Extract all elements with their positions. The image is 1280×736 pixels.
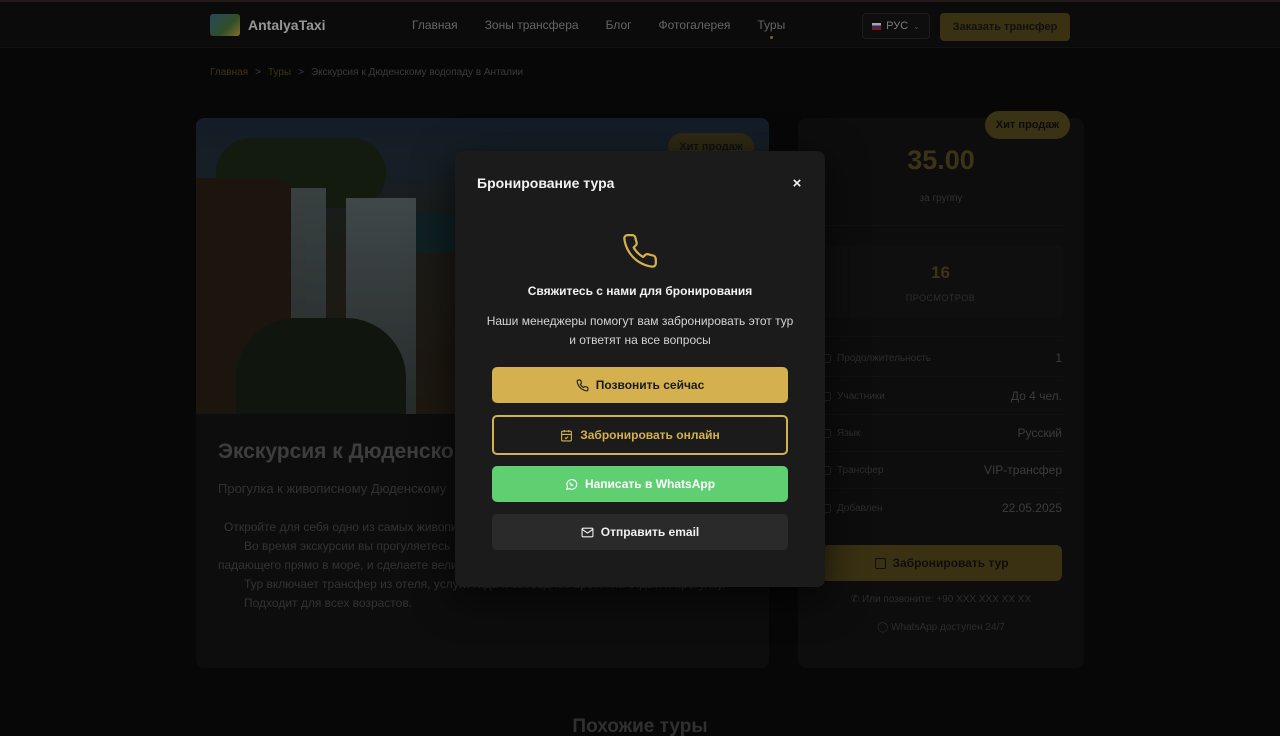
phone-icon — [623, 234, 657, 268]
send-email-button[interactable]: Отправить email — [492, 514, 788, 550]
whatsapp-label: Написать в WhatsApp — [584, 477, 716, 491]
calendar-check-icon — [561, 429, 573, 441]
whatsapp-icon — [565, 478, 578, 490]
send-email-label: Отправить email — [600, 525, 700, 539]
booking-modal: Бронирование тура × Свяжитесь с нами для… — [455, 151, 825, 587]
modal-heading: Свяжитесь с нами для бронирования — [527, 284, 753, 298]
book-online-button[interactable]: Забронировать онлайн — [492, 415, 788, 455]
modal-text: Наши менеджеры помогут вам забронировать… — [486, 314, 794, 347]
book-online-label: Забронировать онлайн — [580, 428, 720, 442]
call-now-button[interactable]: Позвонить сейчас — [492, 367, 788, 403]
whatsapp-button[interactable]: Написать в WhatsApp — [492, 466, 788, 502]
phone-icon — [576, 379, 589, 391]
call-now-label: Позвонить сейчас — [595, 378, 705, 392]
close-icon[interactable]: × — [789, 175, 805, 192]
mail-icon — [581, 527, 594, 537]
modal-title: Бронирование тура — [477, 175, 615, 191]
